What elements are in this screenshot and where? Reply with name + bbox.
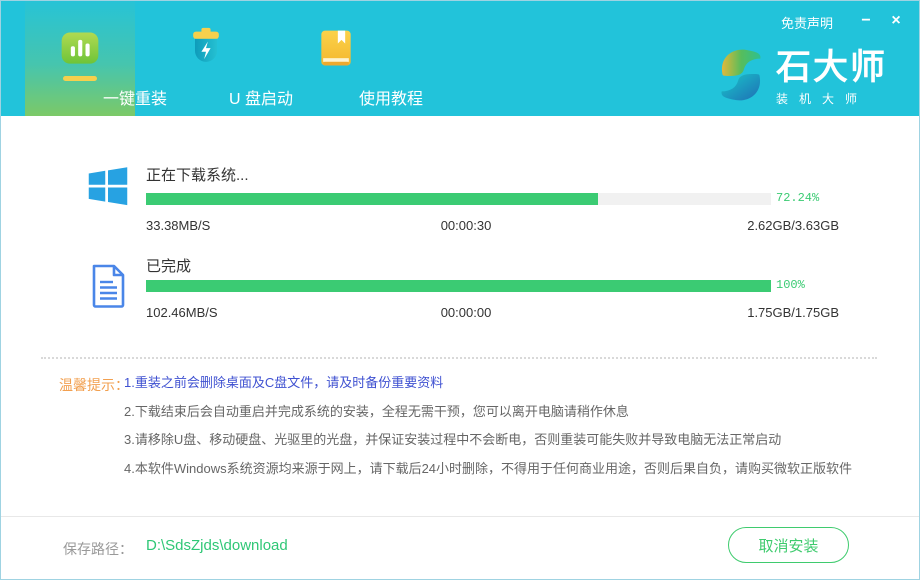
- brand-logo-icon: [716, 46, 766, 109]
- dashed-divider: [41, 357, 877, 359]
- book-icon: [314, 27, 358, 76]
- download-speed: 33.38MB/S: [146, 218, 210, 233]
- download-size: 2.62GB/3.63GB: [747, 218, 839, 233]
- brand-name: 石大师: [776, 49, 887, 87]
- cancel-install-button[interactable]: 取消安装: [728, 527, 849, 563]
- tip-item: 1.重装之前会删除桌面及C盘文件，请及时备份重要资料: [124, 369, 899, 398]
- close-icon[interactable]: ×: [883, 9, 909, 33]
- windows-logo: [86, 163, 130, 216]
- install-percent: 100%: [776, 278, 805, 292]
- disclaimer-link[interactable]: 免责声明: [781, 13, 833, 32]
- bar-chart-icon: [58, 27, 102, 76]
- document-icon: [91, 263, 126, 314]
- install-status-title: 已完成: [146, 255, 191, 276]
- tab-label: 使用教程: [336, 85, 446, 109]
- install-time: 00:00:00: [441, 305, 492, 320]
- install-progress-fill: [146, 280, 771, 292]
- download-time: 00:00:30: [441, 218, 492, 233]
- footer-bar: 保存路径： D:\SdsZjds\download 取消安装: [1, 516, 919, 579]
- save-path-label: 保存路径：: [63, 539, 133, 559]
- install-progress-bar: [146, 280, 771, 292]
- tips-list: 1.重装之前会删除桌面及C盘文件，请及时备份重要资料 2.下载结束后会自动重启并…: [124, 369, 899, 484]
- install-size: 1.75GB/1.75GB: [747, 305, 839, 320]
- download-percent: 72.24%: [776, 191, 819, 205]
- tip-item: 2.下载结束后会自动重启并完成系统的安装，全程无需干预，您可以离开电脑请稍作休息: [124, 398, 899, 427]
- brand-subtitle: 装机大师: [776, 90, 887, 107]
- active-tab-indicator: [63, 76, 97, 81]
- tip-item: 3.请移除U盘、移动硬盘、光驱里的光盘，并保证安装过程中不会断电，否则重装可能失…: [124, 426, 899, 455]
- minimize-icon[interactable]: −: [853, 9, 879, 33]
- tab-usb-boot[interactable]: U 盘启动: [151, 1, 261, 116]
- install-speed: 102.46MB/S: [146, 305, 218, 320]
- app-window: 一键重装 U 盘启动: [0, 0, 920, 580]
- download-progress-fill: [146, 193, 598, 205]
- tip-item: 4.本软件Windows系统资源均来源于网上，请下载后24小时删除，不得用于任何…: [124, 455, 899, 484]
- tab-one-click-reinstall[interactable]: 一键重装: [25, 1, 135, 116]
- tips-label: 温馨提示：: [59, 375, 129, 395]
- save-path-value: D:\SdsZjds\download: [146, 537, 288, 554]
- header-bar: 一键重装 U 盘启动: [1, 1, 919, 116]
- download-progress-bar: [146, 193, 771, 205]
- download-status-title: 正在下载系统...: [146, 164, 249, 185]
- usb-drive-icon: [184, 27, 228, 76]
- tab-tutorial[interactable]: 使用教程: [281, 1, 391, 116]
- brand-logo: 石大师 装机大师: [716, 46, 887, 109]
